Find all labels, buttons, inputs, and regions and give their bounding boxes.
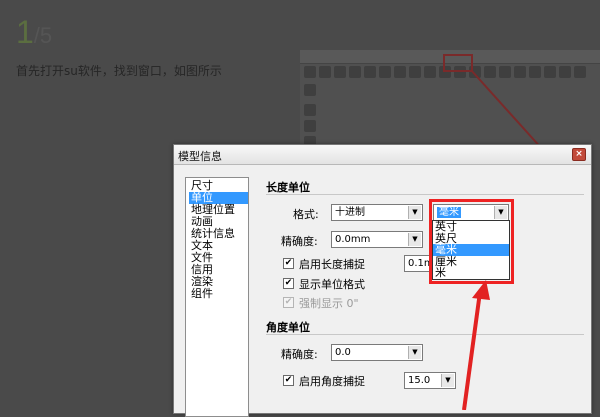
bg-tool-icon bbox=[394, 66, 406, 78]
background-screenshot bbox=[300, 50, 600, 150]
bg-tool-icon bbox=[304, 66, 316, 78]
bg-tool-icon bbox=[349, 66, 361, 78]
step-current: 1 bbox=[16, 14, 34, 50]
length-snap-input[interactable]: 0.1m bbox=[404, 255, 431, 272]
category-list[interactable]: 尺寸 单位 地理位置 动画 统计信息 文本 文件 信用 渲染 组件 bbox=[185, 177, 249, 417]
model-info-dialog: 模型信息 × 尺寸 单位 地理位置 动画 统计信息 文本 文件 信用 渲染 组件 长度单位 格式:… bbox=[173, 144, 592, 417]
angle-precision-value: 0.0 bbox=[335, 347, 351, 358]
bg-tool-icon bbox=[559, 66, 571, 78]
precision-value: 0.0mm bbox=[335, 234, 371, 245]
dialog-title: 模型信息 bbox=[178, 150, 222, 163]
angle-precision-select[interactable]: 0.0 ▼ bbox=[331, 344, 423, 361]
length-snap-value: 0.1m bbox=[408, 258, 430, 269]
close-button[interactable]: × bbox=[572, 148, 586, 161]
show-unit-format-label: 显示单位格式 bbox=[299, 278, 365, 291]
angle-precision-label: 精确度: bbox=[281, 348, 318, 361]
angle-snap-checkbox[interactable]: ✔ bbox=[283, 375, 294, 386]
angle-snap-select[interactable]: 15.0 ▼ bbox=[404, 372, 456, 389]
bg-tool-icon bbox=[484, 66, 496, 78]
bg-tool-icon bbox=[409, 66, 421, 78]
format-value: 十进制 bbox=[335, 207, 365, 218]
length-units-heading: 长度单位 bbox=[266, 181, 310, 194]
bg-tool-icon bbox=[304, 104, 316, 116]
show-unit-format-checkbox[interactable]: ✔ bbox=[283, 278, 294, 289]
length-snap-checkbox[interactable]: ✔ bbox=[283, 258, 294, 269]
arrow-shaft bbox=[462, 291, 482, 410]
format-label: 格式: bbox=[293, 208, 319, 221]
bg-tool-icon bbox=[334, 66, 346, 78]
bg-tool-icon bbox=[379, 66, 391, 78]
precision-label: 精确度: bbox=[281, 235, 318, 248]
bg-tool-icon bbox=[319, 66, 331, 78]
chevron-down-icon[interactable]: ▼ bbox=[408, 346, 421, 359]
force-display-label: 强制显示 0" bbox=[299, 297, 359, 310]
format-select[interactable]: 十进制 ▼ bbox=[331, 204, 423, 221]
bg-tool-icon bbox=[304, 120, 316, 132]
precision-select[interactable]: 0.0mm ▼ bbox=[331, 231, 423, 248]
dialog-titlebar[interactable]: 模型信息 × bbox=[174, 145, 591, 165]
angle-units-heading: 角度单位 bbox=[266, 321, 310, 334]
length-divider bbox=[266, 194, 584, 195]
annotation-highlight-box bbox=[429, 199, 514, 284]
step-caption: 首先打开su软件，找到窗口，如图所示 bbox=[16, 64, 222, 78]
annotation-arrow bbox=[462, 280, 490, 410]
step-counter: 1/5 bbox=[16, 14, 52, 51]
category-item[interactable]: 组件 bbox=[189, 288, 248, 300]
bg-tool-icon bbox=[304, 83, 316, 96]
force-display-checkbox: ✔ bbox=[283, 297, 294, 308]
bg-tool-icon bbox=[364, 66, 376, 78]
step-total: /5 bbox=[33, 23, 53, 48]
chevron-down-icon[interactable]: ▼ bbox=[408, 206, 421, 219]
close-icon: × bbox=[575, 149, 583, 159]
chevron-down-icon[interactable]: ▼ bbox=[408, 233, 421, 246]
bg-tool-icon bbox=[544, 66, 556, 78]
length-snap-label: 启用长度捕捉 bbox=[299, 258, 365, 271]
angle-snap-label: 启用角度捕捉 bbox=[299, 375, 365, 388]
bg-tool-icon bbox=[529, 66, 541, 78]
arrow-head bbox=[472, 280, 490, 300]
bg-tool-icon bbox=[574, 66, 586, 78]
angle-divider bbox=[266, 334, 584, 335]
angle-snap-value: 15.0 bbox=[408, 375, 431, 386]
bg-tool-icon bbox=[424, 66, 436, 78]
bg-tool-icon bbox=[514, 66, 526, 78]
bg-tool-icon bbox=[499, 66, 511, 78]
bg-highlight-box bbox=[443, 54, 473, 72]
